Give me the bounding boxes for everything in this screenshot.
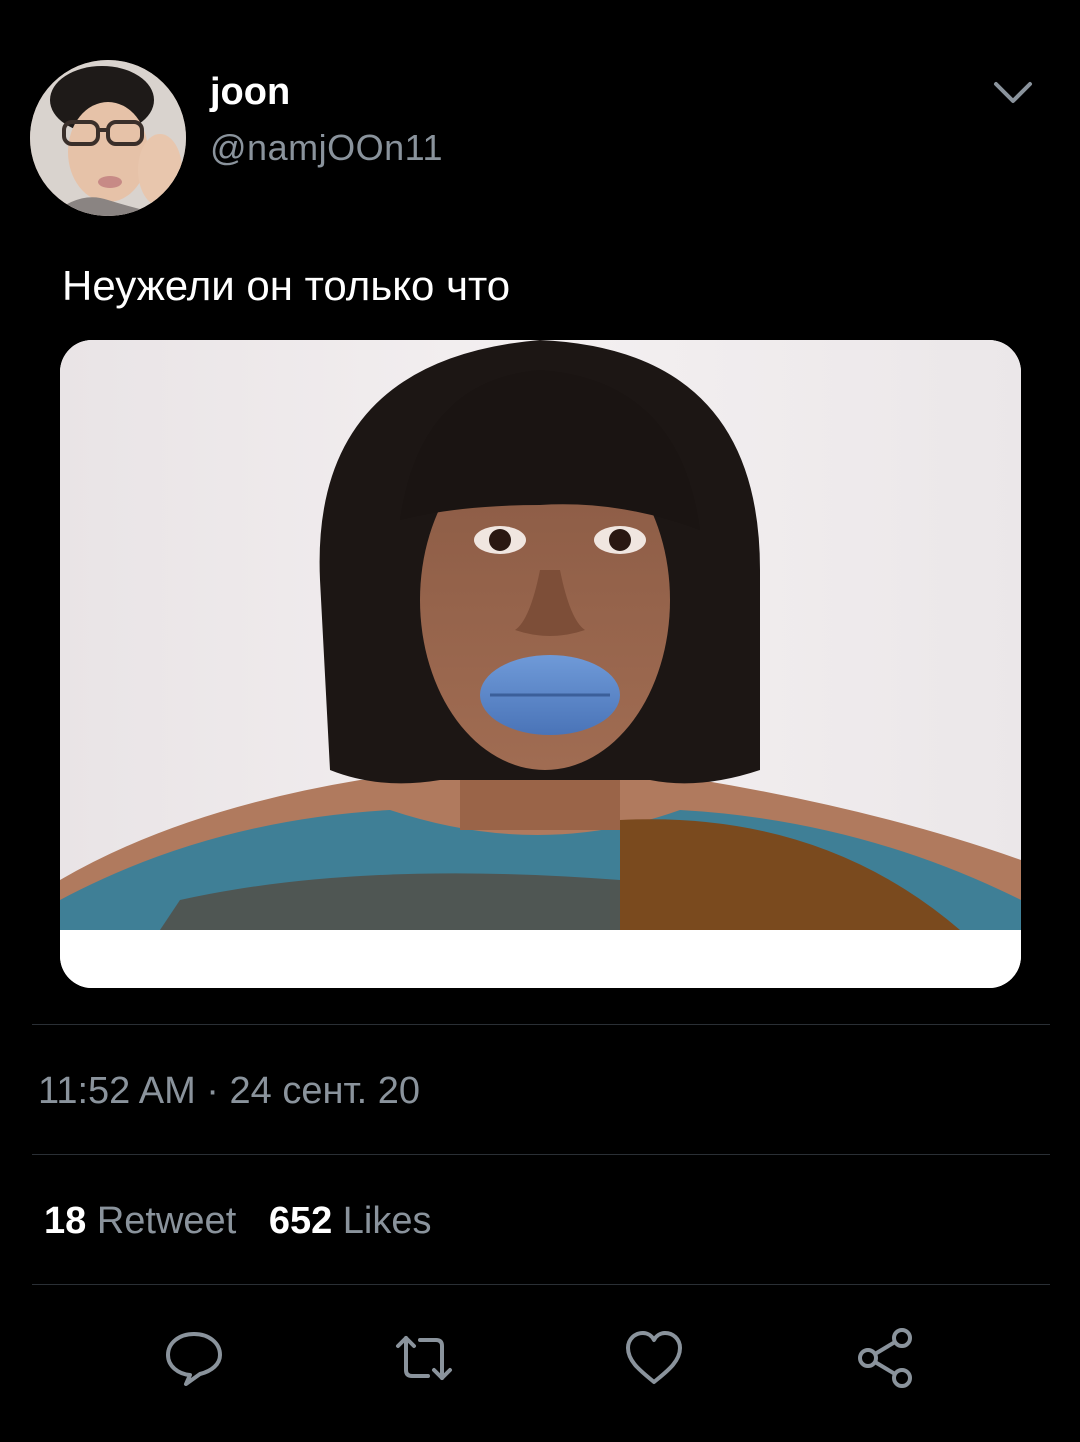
retweets-label: Retweet xyxy=(96,1200,237,1242)
divider xyxy=(32,1284,1050,1285)
reply-button[interactable] xyxy=(154,1318,234,1398)
action-bar xyxy=(0,1318,1080,1398)
avatar[interactable] xyxy=(30,60,186,216)
likes-stat[interactable]: 652 Likes xyxy=(269,1198,432,1244)
avatar-image xyxy=(30,60,186,216)
chevron-down-icon[interactable] xyxy=(990,74,1036,114)
reply-icon xyxy=(166,1332,222,1386)
tweet: joon @namjOOn11 Неужели он только что 11… xyxy=(0,0,1080,1442)
retweets-count: 18 xyxy=(44,1200,87,1242)
retweets-stat[interactable]: 18 Retweet xyxy=(44,1198,236,1244)
retweet-icon xyxy=(396,1336,452,1380)
tweet-media-image[interactable] xyxy=(60,340,1021,988)
share-button[interactable] xyxy=(846,1318,926,1398)
tweet-timestamp[interactable]: 11:52 AM · 24 сент. 20 xyxy=(38,1068,420,1114)
author-display-name[interactable]: joon xyxy=(210,70,290,114)
share-icon xyxy=(858,1328,912,1388)
heart-icon xyxy=(626,1331,682,1384)
divider xyxy=(32,1024,1050,1025)
tweet-stats: 18 Retweet 652 Likes xyxy=(44,1198,454,1244)
tweet-text: Неужели он только что xyxy=(62,262,511,309)
retweet-button[interactable] xyxy=(384,1318,464,1398)
likes-count: 652 xyxy=(268,1200,333,1242)
author-handle[interactable]: @namjOOn11 xyxy=(210,126,443,170)
like-button[interactable] xyxy=(614,1318,694,1398)
divider xyxy=(32,1154,1050,1155)
likes-label: Likes xyxy=(342,1200,432,1242)
